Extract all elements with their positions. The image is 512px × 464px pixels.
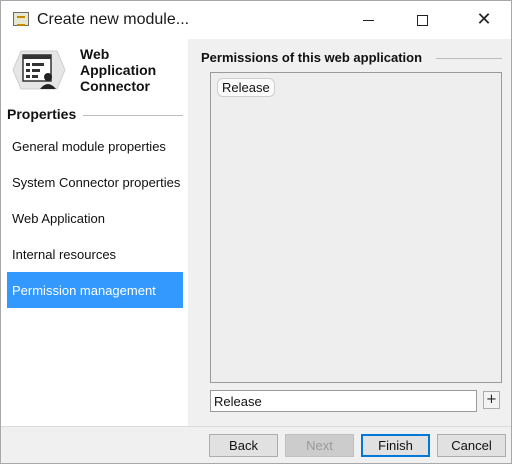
module-title-line: Connector bbox=[80, 78, 150, 94]
permissions-panel: Permissions of this web application Rele… bbox=[188, 39, 511, 426]
nav-item-permission-management[interactable]: Permission management bbox=[7, 272, 183, 308]
nav-item-system-connector-properties[interactable]: System Connector properties bbox=[7, 164, 183, 200]
nav-item-internal-resources[interactable]: Internal resources bbox=[7, 236, 183, 272]
back-button[interactable]: Back bbox=[209, 434, 278, 457]
module-title: Web Application Connector bbox=[80, 46, 156, 94]
permissions-divider bbox=[436, 58, 502, 59]
permission-input[interactable] bbox=[210, 390, 477, 412]
properties-divider bbox=[83, 115, 183, 116]
minimize-icon bbox=[362, 19, 374, 21]
title-bar: Create new module... ✕ bbox=[1, 1, 511, 39]
permission-tag[interactable]: Release bbox=[217, 78, 275, 97]
cancel-button[interactable]: Cancel bbox=[437, 434, 506, 457]
close-button[interactable]: ✕ bbox=[461, 1, 507, 39]
minimize-button[interactable] bbox=[345, 1, 391, 39]
close-icon: ✕ bbox=[476, 9, 492, 30]
finish-button[interactable]: Finish bbox=[361, 434, 430, 457]
next-button[interactable]: Next bbox=[285, 434, 354, 457]
dialog-window: Create new module... ✕ Web Application C… bbox=[0, 0, 512, 464]
permissions-list[interactable]: Release bbox=[210, 72, 502, 383]
button-bar: Back Next Finish Cancel bbox=[1, 426, 511, 463]
maximize-icon bbox=[416, 14, 428, 26]
properties-heading: Properties bbox=[7, 106, 77, 122]
window-title: Create new module... bbox=[37, 11, 190, 28]
app-icon bbox=[13, 12, 29, 26]
add-permission-button[interactable]: + bbox=[483, 391, 500, 409]
nav-item-general-module-properties[interactable]: General module properties bbox=[7, 128, 183, 164]
maximize-button[interactable] bbox=[399, 1, 445, 39]
module-title-line: Web bbox=[80, 46, 110, 62]
web-application-connector-icon bbox=[12, 50, 66, 90]
nav-item-web-application[interactable]: Web Application bbox=[7, 200, 183, 236]
sidebar: Web Application Connector Properties Gen… bbox=[1, 39, 188, 426]
module-title-line: Application bbox=[80, 62, 157, 78]
permissions-heading: Permissions of this web application bbox=[201, 50, 423, 65]
